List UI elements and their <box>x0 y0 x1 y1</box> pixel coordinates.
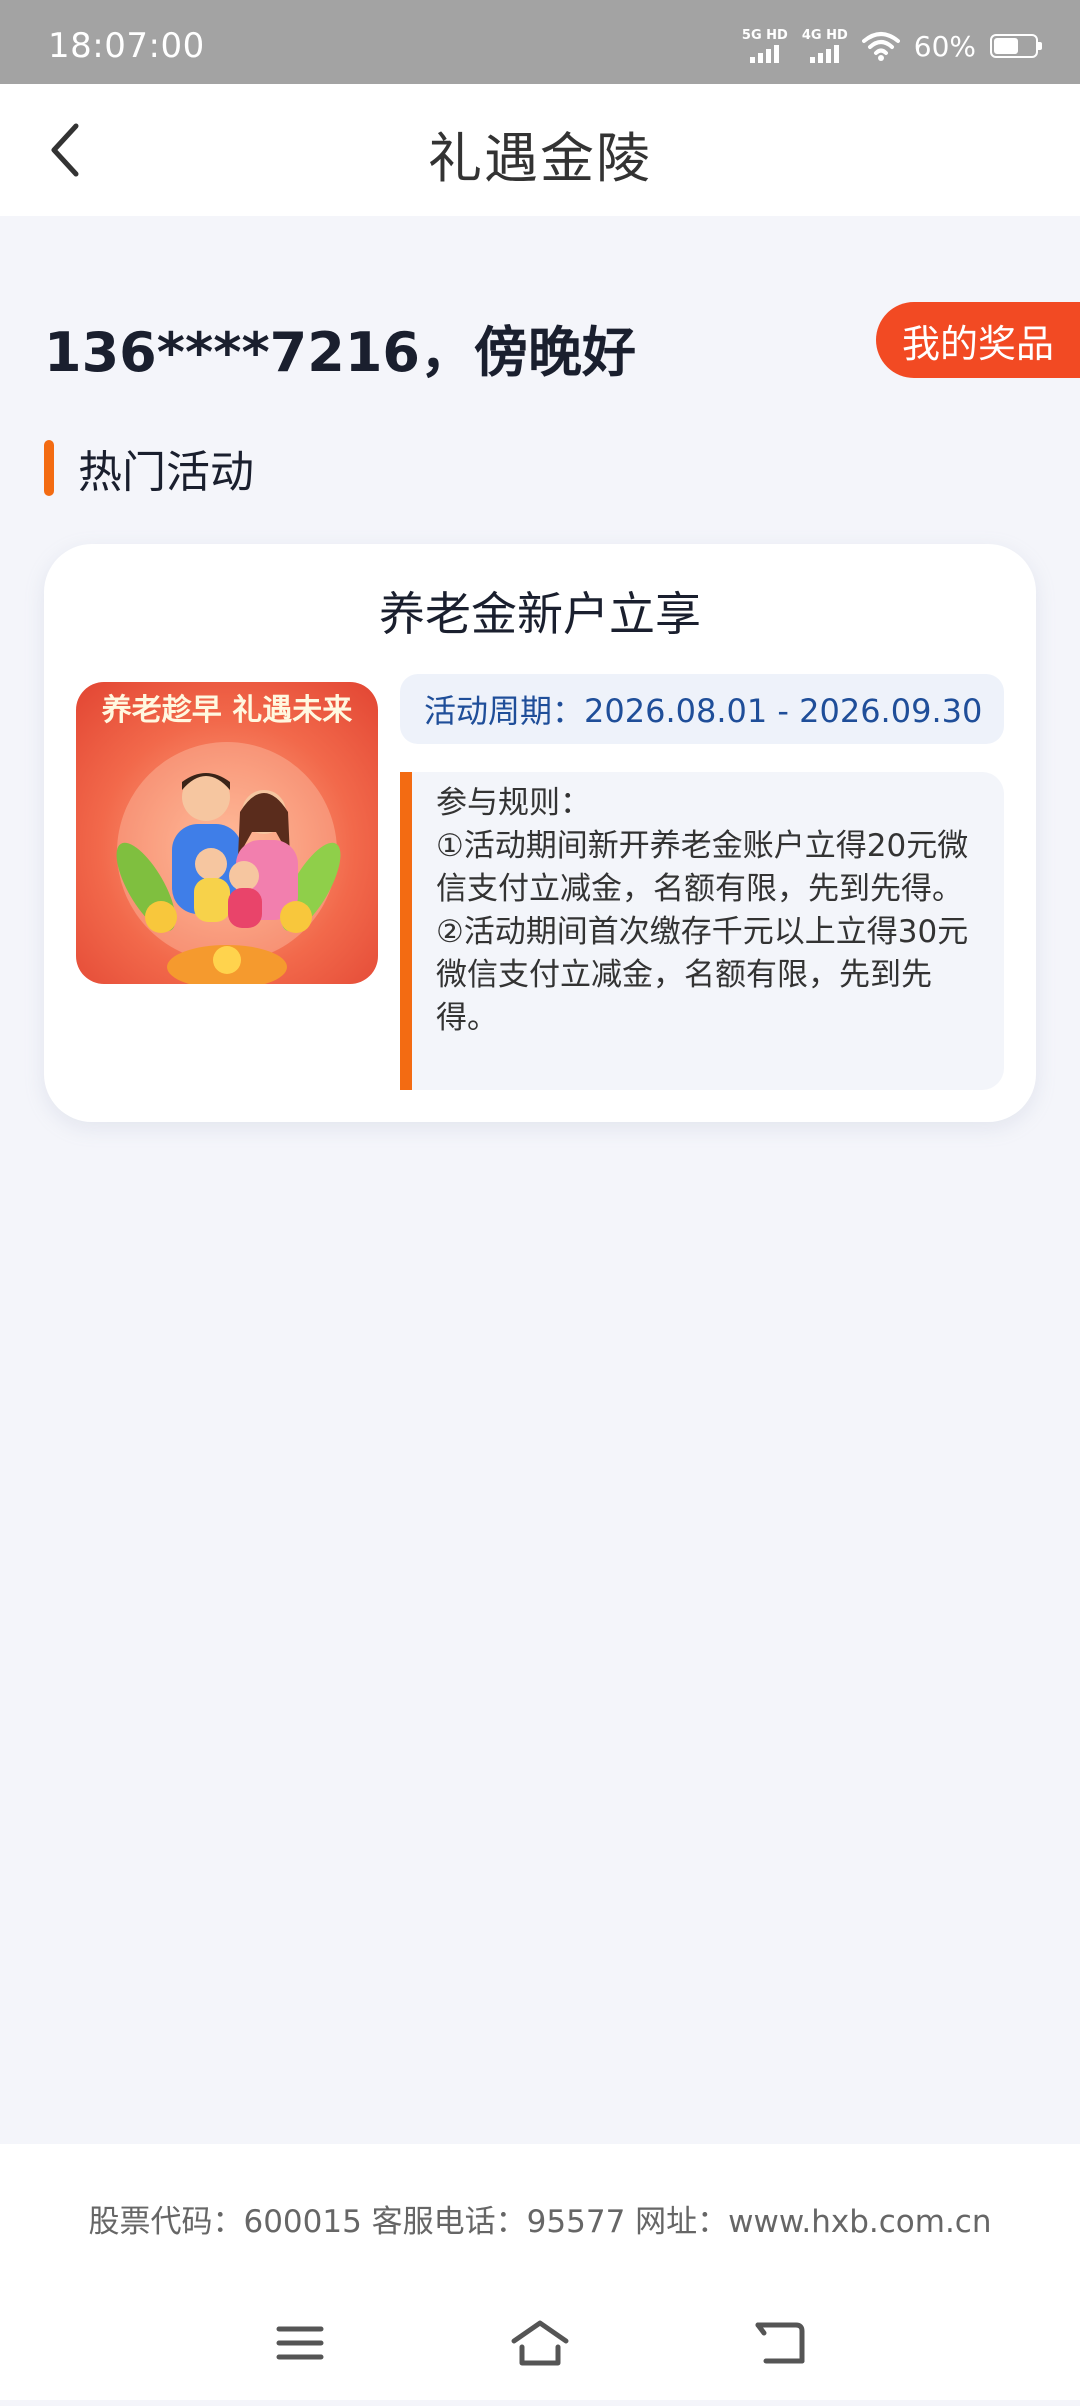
page-title: 礼遇金陵 <box>428 127 652 190</box>
activity-title: 养老金新户立享 <box>379 587 701 641</box>
network-label-5g: 5G HD <box>741 28 788 43</box>
section-accent-bar <box>44 440 54 496</box>
menu-button[interactable] <box>250 2306 350 2380</box>
wifi-icon <box>861 32 900 61</box>
network-label-4g: 4G HD <box>801 28 848 43</box>
activity-period: 活动周期：2026.08.01 - 2026.09.30 <box>400 674 1004 744</box>
section-title: 热门活动 <box>78 447 254 498</box>
footer-info: 股票代码：600015 客服电话：95577 网址：www.hxb.com.cn <box>88 2204 992 2240</box>
rules-title: 参与规则： <box>436 785 591 821</box>
image-caption: 养老趁早 礼遇未来 <box>102 693 352 728</box>
system-nav-bar <box>0 2306 1080 2406</box>
activity-card[interactable]: 养老金新户立享 养老趁早 礼遇未来 活动周期：2026.08.01 - 2026… <box>44 544 1036 1122</box>
home-icon <box>511 2320 569 2366</box>
return-icon <box>755 2322 805 2364</box>
return-button[interactable] <box>730 2306 830 2380</box>
rule-item: ①活动期间新开养老金账户立得20元微信支付立减金，名额有限，先到先得。 <box>436 828 969 907</box>
battery-icon <box>990 34 1042 58</box>
signal-4g-icon: 4G HD <box>802 29 848 63</box>
section-header: 热门活动 <box>44 440 254 498</box>
home-button[interactable] <box>490 2306 590 2380</box>
footer: 股票代码：600015 客服电话：95577 网址：www.hxb.com.cn <box>0 2144 1080 2400</box>
battery-percent: 60% <box>913 29 976 63</box>
activity-image: 养老趁早 礼遇未来 <box>76 682 378 984</box>
my-prizes-button[interactable]: 我的奖品 <box>876 302 1080 378</box>
nav-bar: 礼遇金陵 <box>0 84 1080 216</box>
status-icons: 5G HD 4G HD 60% <box>742 26 1042 66</box>
status-time: 18:07:00 <box>48 26 205 66</box>
rule-item: ②活动期间首次缴存千元以上立得30元微信支付立减金，名额有限，先到先得。 <box>436 914 969 1036</box>
status-bar: 18:07:00 5G HD 4G HD 60% <box>0 0 1080 84</box>
signal-5g-icon: 5G HD <box>742 29 788 63</box>
rules-accent-bar <box>400 772 412 1090</box>
activity-rules: 参与规则： ①活动期间新开养老金账户立得20元微信支付立减金，名额有限，先到先得… <box>400 772 1004 1090</box>
menu-icon <box>276 2326 324 2360</box>
greeting-text: 136****7216，傍晚好 <box>44 321 636 384</box>
